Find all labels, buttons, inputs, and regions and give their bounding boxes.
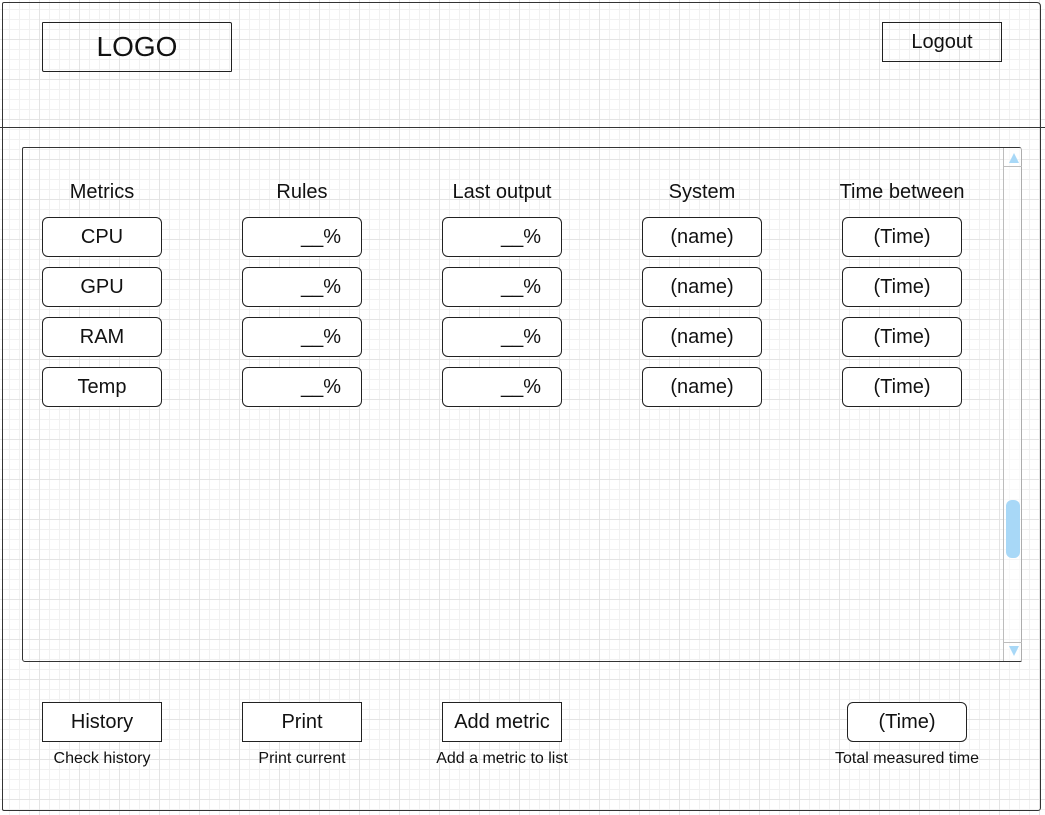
time-between-field[interactable]: (Time) — [842, 267, 962, 307]
logout-button[interactable]: Logout — [882, 22, 1002, 62]
add-metric-caption: Add a metric to list — [436, 750, 568, 767]
column-header-metrics: Metrics — [69, 181, 135, 203]
scroll-thumb[interactable] — [1006, 500, 1020, 558]
last-output-field[interactable]: __% — [442, 267, 562, 307]
metric-name-cell[interactable]: RAM — [42, 317, 162, 357]
print-caption: Print current — [258, 750, 346, 767]
rule-input[interactable]: __% — [242, 367, 362, 407]
column-header-last-output: Last output — [452, 181, 552, 203]
scroll-up-arrow-icon[interactable] — [1009, 153, 1019, 163]
metric-name-cell[interactable]: Temp — [42, 367, 162, 407]
print-button[interactable]: Print — [242, 702, 362, 742]
metric-name-cell[interactable]: CPU — [42, 217, 162, 257]
scroll-down-arrow-icon[interactable] — [1009, 646, 1019, 656]
rule-input[interactable]: __% — [242, 317, 362, 357]
time-between-field[interactable]: (Time) — [842, 217, 962, 257]
header-divider — [0, 127, 1045, 128]
total-time-caption: Total measured time — [834, 750, 980, 767]
history-caption: Check history — [53, 750, 151, 767]
rule-input[interactable]: __% — [242, 267, 362, 307]
add-metric-button[interactable]: Add metric — [442, 702, 562, 742]
history-button[interactable]: History — [42, 702, 162, 742]
time-between-field[interactable]: (Time) — [842, 317, 962, 357]
rule-input[interactable]: __% — [242, 217, 362, 257]
time-between-field[interactable]: (Time) — [842, 367, 962, 407]
column-header-time-between: Time between — [839, 181, 965, 203]
total-time-field: (Time) — [847, 702, 967, 742]
system-name-field[interactable]: (name) — [642, 317, 762, 357]
metric-name-cell[interactable]: GPU — [42, 267, 162, 307]
system-name-field[interactable]: (name) — [642, 267, 762, 307]
scrollbar-divider — [1004, 166, 1022, 167]
column-header-system: System — [668, 181, 736, 203]
logo: LOGO — [42, 22, 232, 72]
scrollbar-divider — [1004, 642, 1022, 643]
last-output-field[interactable]: __% — [442, 317, 562, 357]
column-header-rules: Rules — [276, 181, 328, 203]
last-output-field[interactable]: __% — [442, 367, 562, 407]
system-name-field[interactable]: (name) — [642, 367, 762, 407]
system-name-field[interactable]: (name) — [642, 217, 762, 257]
vertical-scrollbar[interactable] — [1003, 148, 1022, 661]
last-output-field[interactable]: __% — [442, 217, 562, 257]
